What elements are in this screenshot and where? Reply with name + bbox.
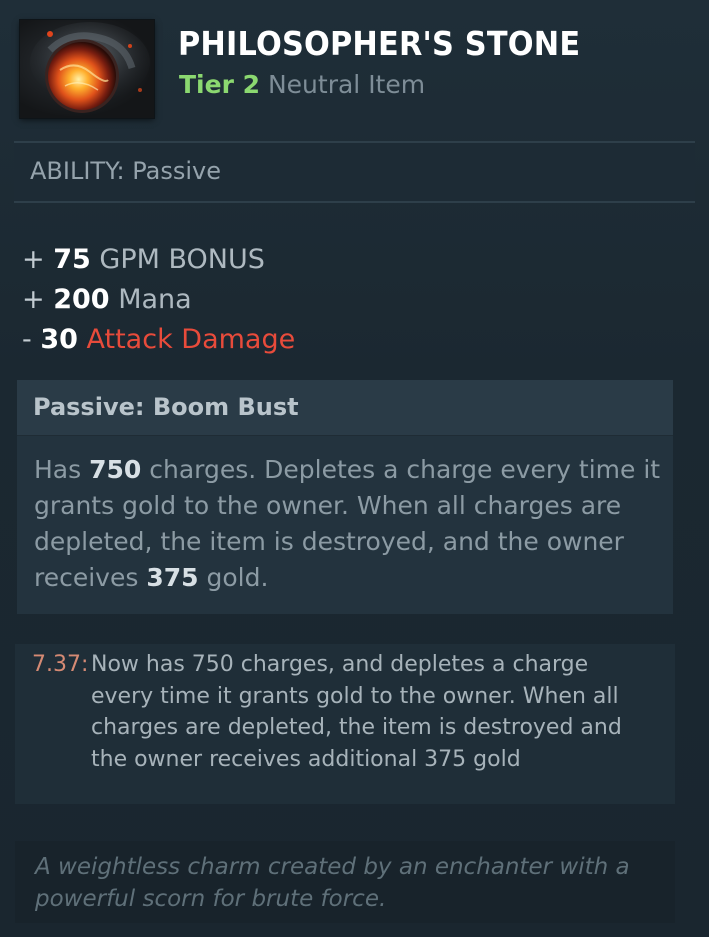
passive-ability-box: Passive: Boom Bust Has 750 charges. Depl…: [17, 380, 673, 614]
stats-list: + 75 GPM BONUS + 200 Mana - 30 Attack Da…: [22, 240, 295, 360]
patch-note: 7.37: Now has 750 charges, and depletes …: [15, 644, 675, 804]
stat-sign: +: [22, 284, 45, 315]
stat-mana: + 200 Mana: [22, 280, 295, 320]
philosophers-stone-icon: [20, 20, 154, 118]
passive-charges-value: 750: [89, 455, 142, 484]
item-tooltip: PHILOSOPHER'S STONE Tier 2 Neutral Item …: [0, 0, 709, 937]
stat-value: 200: [53, 284, 110, 315]
patch-note-text: Now has 750 charges, and depletes a char…: [91, 652, 622, 772]
item-subtitle: Tier 2 Neutral Item: [179, 70, 425, 99]
item-title: PHILOSOPHER'S STONE: [178, 24, 581, 63]
stat-gpm-bonus: + 75 GPM BONUS: [22, 240, 295, 280]
tooltip-header: PHILOSOPHER'S STONE Tier 2 Neutral Item: [0, 0, 709, 142]
passive-text: Has: [34, 455, 90, 484]
lore-text: A weightless charm created by an enchant…: [35, 854, 630, 912]
patch-version: 7.37:: [32, 652, 89, 677]
ability-row: ABILITY: Passive: [14, 143, 695, 203]
passive-text: gold.: [198, 563, 269, 592]
passive-title: Passive: Boom Bust: [33, 393, 299, 421]
item-tier: Tier 2: [179, 70, 261, 99]
passive-gold-value: 375: [146, 563, 199, 592]
stat-sign: +: [22, 244, 45, 275]
item-type: Neutral Item: [267, 70, 426, 99]
lore-box: A weightless charm created by an enchant…: [15, 841, 675, 923]
stat-name: Mana: [118, 284, 192, 315]
stat-value: 75: [53, 244, 91, 275]
stat-name: Attack Damage: [86, 324, 296, 355]
passive-header: Passive: Boom Bust: [17, 380, 673, 436]
stat-value: 30: [40, 324, 78, 355]
stat-name: GPM BONUS: [99, 244, 265, 275]
stat-sign: -: [22, 324, 32, 355]
passive-description: Has 750 charges. Depletes a charge every…: [34, 452, 664, 596]
ability-label: ABILITY: Passive: [30, 157, 222, 185]
stat-attack-damage: - 30 Attack Damage: [22, 320, 295, 360]
